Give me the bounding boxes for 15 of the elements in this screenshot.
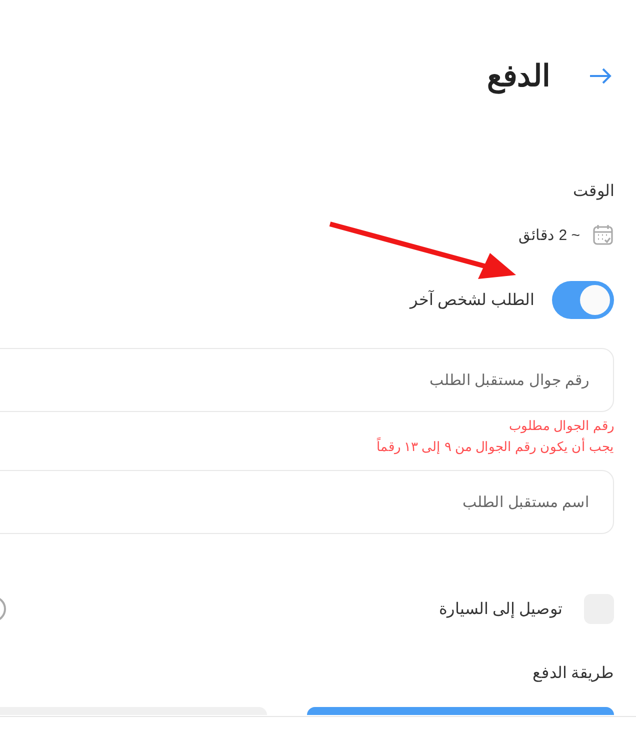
time-label: الوقت xyxy=(572,182,614,201)
input-field[interactable]: رقم جوال مستقبل الطلب xyxy=(0,348,614,412)
payment-option[interactable] xyxy=(307,707,614,715)
back-arrow-icon[interactable] xyxy=(588,68,612,84)
checkbox-label: توصيل إلى السيارة xyxy=(439,600,562,619)
error-message: يجب أن يكون رقم الجوال من ٩ إلى ١٣ رقماً xyxy=(375,436,614,456)
toggle-switch[interactable] xyxy=(552,281,614,319)
calendar-icon xyxy=(592,224,614,246)
input-field[interactable]: اسم مستقبل الطلب xyxy=(0,470,614,534)
error-message: رقم الجوال مطلوب xyxy=(508,417,614,436)
page-title: الدفع xyxy=(487,59,550,94)
toggle-label: الطلب لشخص آخر xyxy=(410,290,534,310)
payment-title: طريقة الدفع xyxy=(532,664,614,683)
payment-option[interactable] xyxy=(0,707,267,715)
time-value: ~ 2 دقائق xyxy=(518,226,580,244)
